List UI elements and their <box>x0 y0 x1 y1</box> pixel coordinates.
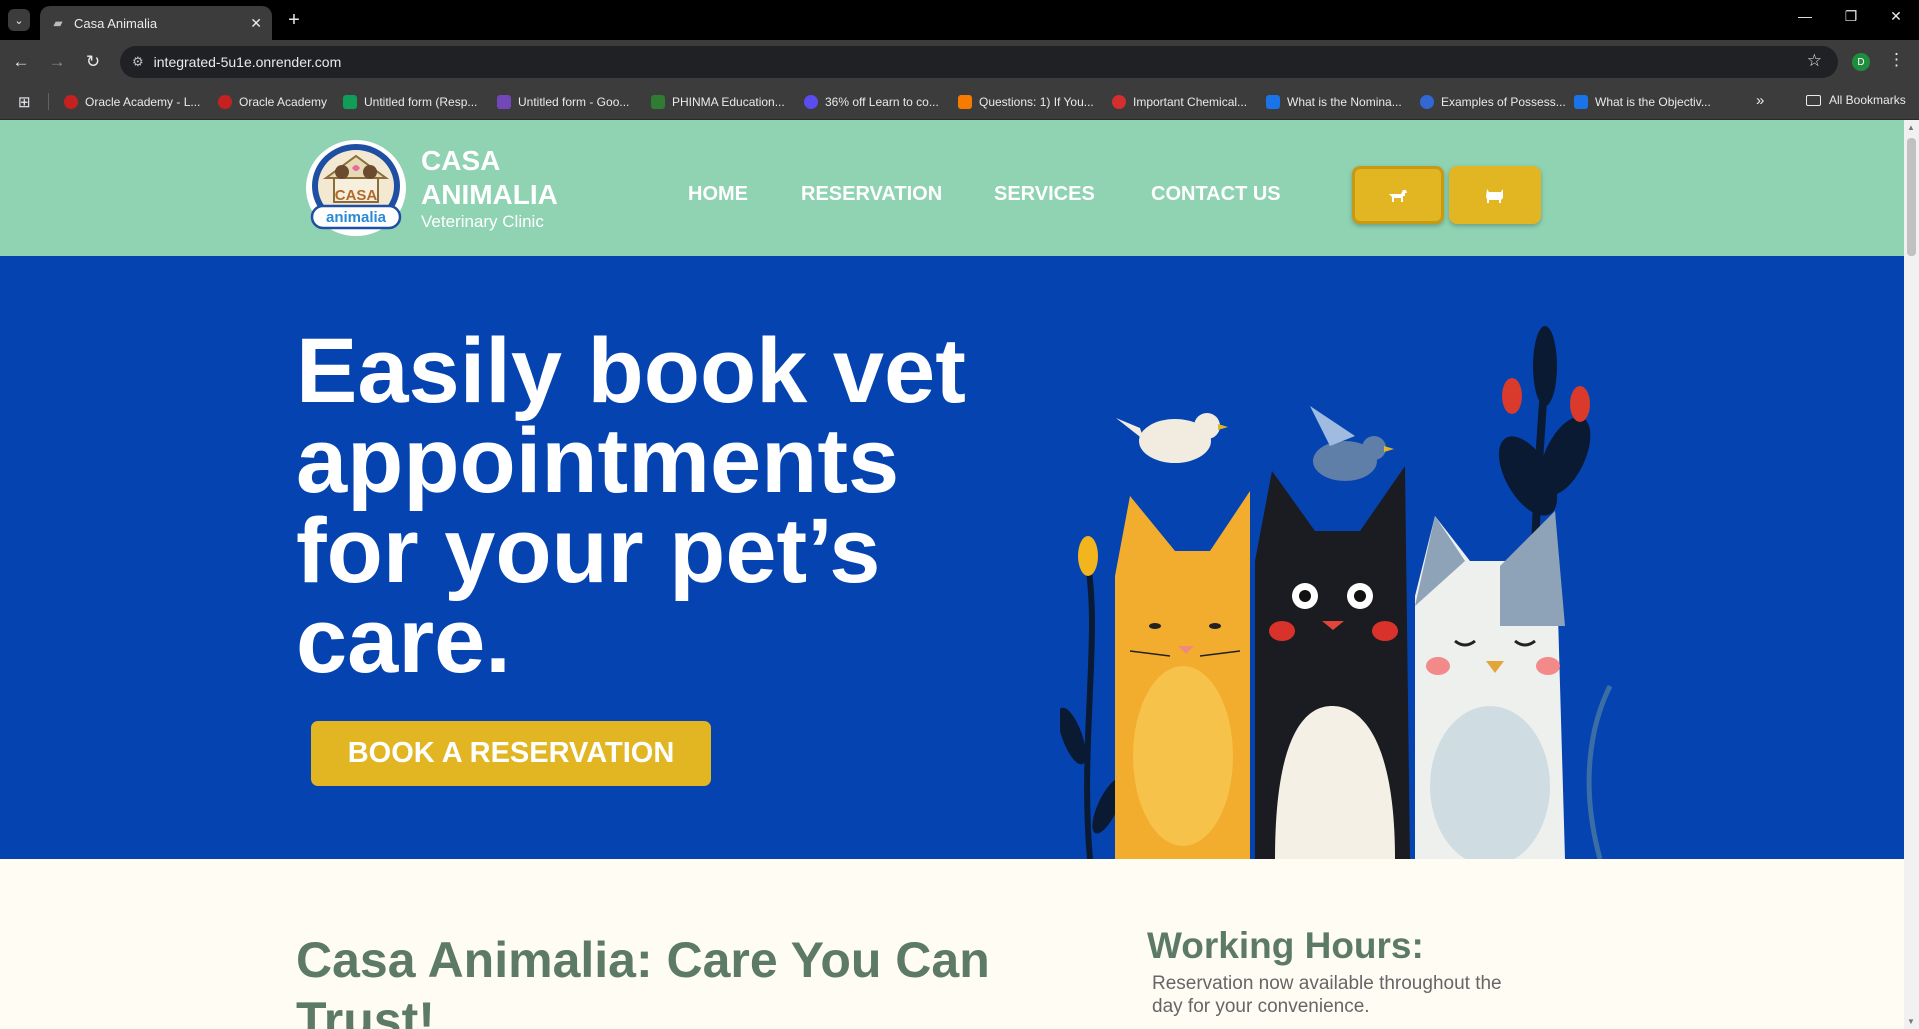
bookmark-star-icon[interactable]: ☆ <box>1807 51 1822 71</box>
reload-icon[interactable]: ↻ <box>80 49 106 75</box>
site-header: CASA animalia CASA ANIMALIA Veterinary C… <box>0 120 1904 256</box>
site-info-icon[interactable]: ⚙ <box>132 54 144 70</box>
brand-subtitle: Veterinary Clinic <box>421 212 544 231</box>
forward-arrow-icon[interactable]: → <box>44 49 70 75</box>
close-window-icon[interactable]: ✕ <box>1881 8 1911 25</box>
brand-name: CASA ANIMALIA <box>421 144 591 212</box>
site-favicon-icon: ▰ <box>53 16 63 30</box>
bookmark-item[interactable]: 36% off Learn to co... <box>804 93 939 111</box>
bookmarks-bar: ⊞ Oracle Academy - L... Oracle Academy U… <box>0 83 1919 120</box>
more-bookmarks-icon[interactable]: » <box>1756 92 1764 109</box>
close-tab-icon[interactable]: ✕ <box>250 15 262 32</box>
brand-line-1: CASA <box>421 145 501 176</box>
dog-button[interactable] <box>1352 166 1444 224</box>
page-scrollbar[interactable]: ▲ ▼ <box>1904 120 1919 1029</box>
orange-cat <box>1115 491 1250 859</box>
bookmark-item[interactable]: Untitled form - Goo... <box>497 93 629 111</box>
cats-illustration <box>1060 326 1613 859</box>
bookmark-favicon-icon <box>1574 95 1588 109</box>
bookmark-label: PHINMA Education... <box>672 95 785 109</box>
bookmark-label: Examples of Possess... <box>1441 95 1566 109</box>
minimize-icon[interactable]: — <box>1790 8 1820 24</box>
bookmark-favicon-icon <box>64 95 78 109</box>
profile-avatar[interactable]: D <box>1852 53 1870 71</box>
dog-icon <box>1389 190 1407 202</box>
bookmark-label: What is the Nomina... <box>1287 95 1402 109</box>
browser-toolbar: ← → ↻ ⚙ integrated-5u1e.onrender.com ☆ D… <box>0 40 1919 83</box>
chevron-down-icon: ⌄ <box>14 14 24 27</box>
bookmark-item[interactable]: What is the Objectiv... <box>1574 93 1711 111</box>
bookmark-item[interactable]: Oracle Academy <box>218 93 327 111</box>
bookmark-favicon-icon <box>1420 95 1434 109</box>
logo-text-bottom: animalia <box>326 209 387 226</box>
restore-icon[interactable]: ❐ <box>1836 8 1866 25</box>
bookmark-label: Oracle Academy - L... <box>85 95 201 109</box>
bookmark-favicon-icon <box>1112 95 1126 109</box>
all-bookmarks-label: All Bookmarks <box>1829 93 1906 107</box>
page-viewport: CASA animalia CASA ANIMALIA Veterinary C… <box>0 120 1904 1029</box>
bookmark-favicon-icon <box>958 95 972 109</box>
bookmark-label: Important Chemical... <box>1133 95 1248 109</box>
cat-icon <box>1486 189 1503 203</box>
cat-button[interactable] <box>1449 166 1541 224</box>
bookmark-favicon-icon <box>497 95 511 109</box>
logo-text-top: CASA <box>335 187 378 204</box>
bookmark-favicon-icon <box>343 95 357 109</box>
hero-title: Easily book vet appointments for your pe… <box>296 320 966 692</box>
tab-strip: ⌄ ▰ Casa Animalia ✕ + — ❐ ✕ <box>0 0 1919 40</box>
scroll-down-icon[interactable]: ▼ <box>1907 1017 1915 1026</box>
bookmark-favicon-icon <box>651 95 665 109</box>
bookmarks-divider <box>48 93 49 110</box>
menu-kebab-icon[interactable]: ⋮ <box>1888 50 1905 70</box>
nav-services[interactable]: SERVICES <box>994 183 1095 206</box>
bookmark-item[interactable]: Examples of Possess... <box>1420 93 1566 111</box>
bookmark-favicon-icon <box>218 95 232 109</box>
bookmark-label: Untitled form (Resp... <box>364 95 478 109</box>
tab-casa-animalia[interactable]: ▰ Casa Animalia ✕ <box>40 6 272 40</box>
bookmark-item[interactable]: Untitled form (Resp... <box>343 93 477 111</box>
bookmark-label: Untitled form - Goo... <box>518 95 630 109</box>
bookmark-label: 36% off Learn to co... <box>825 95 939 109</box>
about-title: Casa Animalia: Care You Can Trust! <box>296 932 990 1029</box>
hero-section: Easily book vet appointments for your pe… <box>0 256 1904 859</box>
black-cat <box>1255 466 1410 859</box>
apps-grid-icon[interactable]: ⊞ <box>18 93 31 111</box>
tab-title: Casa Animalia <box>74 15 158 31</box>
all-bookmarks-button[interactable]: All Bookmarks <box>1806 93 1906 107</box>
brand-line-2: ANIMALIA <box>421 179 558 210</box>
back-arrow-icon[interactable]: ← <box>8 49 34 75</box>
bookmark-label: Questions: 1) If You... <box>979 95 1094 109</box>
scrollbar-thumb[interactable] <box>1907 138 1916 256</box>
blue-bird <box>1310 406 1394 481</box>
nav-home[interactable]: HOME <box>688 183 748 206</box>
new-tab-button[interactable]: + <box>282 8 306 32</box>
bookmark-label: Oracle Academy <box>239 95 328 109</box>
address-bar[interactable]: ⚙ integrated-5u1e.onrender.com ☆ <box>120 46 1838 78</box>
bookmark-item[interactable]: Important Chemical... <box>1112 93 1247 111</box>
bookmark-item[interactable]: PHINMA Education... <box>651 93 785 111</box>
bookmark-item[interactable]: Oracle Academy - L... <box>64 93 200 111</box>
nav-reservation[interactable]: RESERVATION <box>801 183 942 206</box>
bookmark-item[interactable]: What is the Nomina... <box>1266 93 1402 111</box>
working-hours-title: Working Hours: <box>1147 925 1424 966</box>
grey-cat <box>1415 511 1565 859</box>
white-bird <box>1116 413 1228 463</box>
casa-animalia-logo[interactable]: CASA animalia <box>302 138 410 240</box>
nav-contact-us[interactable]: CONTACT US <box>1151 183 1281 206</box>
working-hours-text: Reservation now available throughout the… <box>1152 973 1502 1017</box>
folder-icon <box>1806 94 1821 106</box>
url-text: integrated-5u1e.onrender.com <box>153 54 342 70</box>
bookmark-item[interactable]: Questions: 1) If You... <box>958 93 1094 111</box>
scroll-up-icon[interactable]: ▲ <box>1907 123 1915 132</box>
bookmark-favicon-icon <box>804 95 818 109</box>
browser-window: ⌄ ▰ Casa Animalia ✕ + — ❐ ✕ ← → ↻ ⚙ inte… <box>0 0 1919 1029</box>
bookmark-label: What is the Objectiv... <box>1595 95 1711 109</box>
bookmark-favicon-icon <box>1266 95 1280 109</box>
book-reservation-button[interactable]: BOOK A RESERVATION <box>311 721 711 786</box>
tab-search-button[interactable]: ⌄ <box>8 9 30 31</box>
